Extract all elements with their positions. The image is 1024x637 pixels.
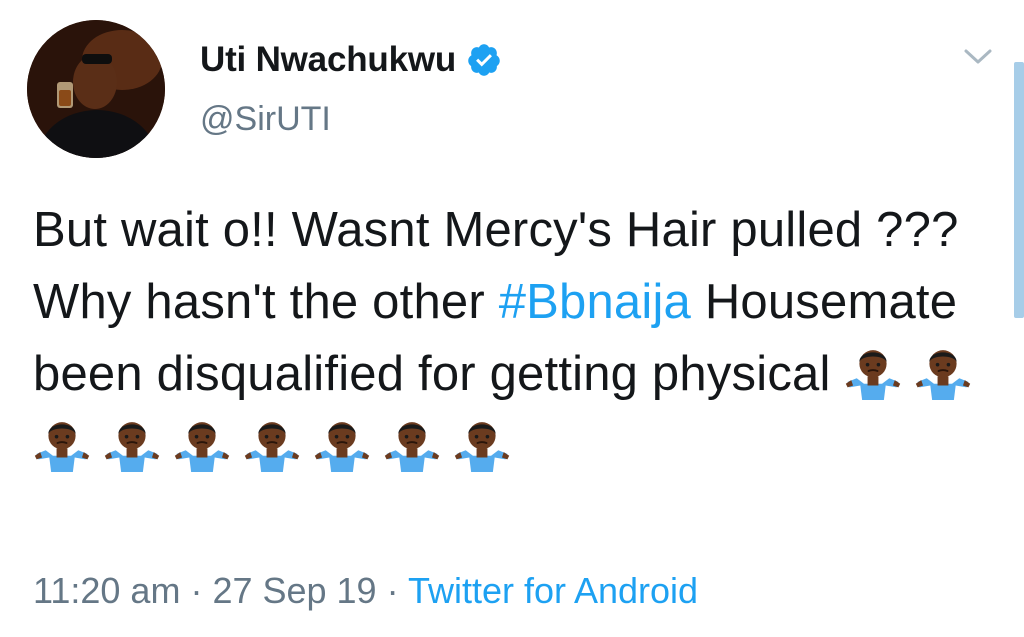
tweet-source-link[interactable]: Twitter for Android: [408, 570, 698, 611]
person-shrugging-emoji: [103, 414, 161, 472]
tweet-date[interactable]: 27 Sep 19: [212, 570, 376, 611]
user-name-row[interactable]: Uti Nwachukwu: [200, 38, 502, 82]
person-shrugging-emoji: [453, 414, 511, 472]
display-name[interactable]: Uti Nwachukwu: [200, 40, 456, 80]
scrollbar[interactable]: [1014, 62, 1024, 318]
meta-separator: ·: [376, 570, 408, 611]
person-shrugging-emoji: [844, 342, 902, 400]
tweet-meta: 11:20 am · 27 Sep 19 · Twitter for Andro…: [33, 570, 698, 612]
person-shrugging-emoji: [383, 414, 441, 472]
verified-badge-icon: [466, 42, 502, 78]
person-shrugging-emoji: [33, 414, 91, 472]
tweet-text: But wait o!! Wasnt Mercy's Hair pulled ?…: [33, 194, 993, 482]
person-shrugging-emoji: [313, 414, 371, 472]
person-shrugging-emoji: [914, 342, 972, 400]
avatar[interactable]: [27, 20, 165, 158]
person-shrugging-emoji: [173, 414, 231, 472]
person-shrugging-emoji: [243, 414, 301, 472]
avatar-photo: [27, 20, 165, 158]
user-handle[interactable]: @SirUTI: [200, 100, 331, 139]
tweet-time[interactable]: 11:20 am: [33, 570, 180, 611]
hashtag-link[interactable]: #Bbnaija: [499, 275, 691, 329]
emoji-row: [33, 410, 993, 482]
meta-separator: ·: [180, 570, 213, 611]
